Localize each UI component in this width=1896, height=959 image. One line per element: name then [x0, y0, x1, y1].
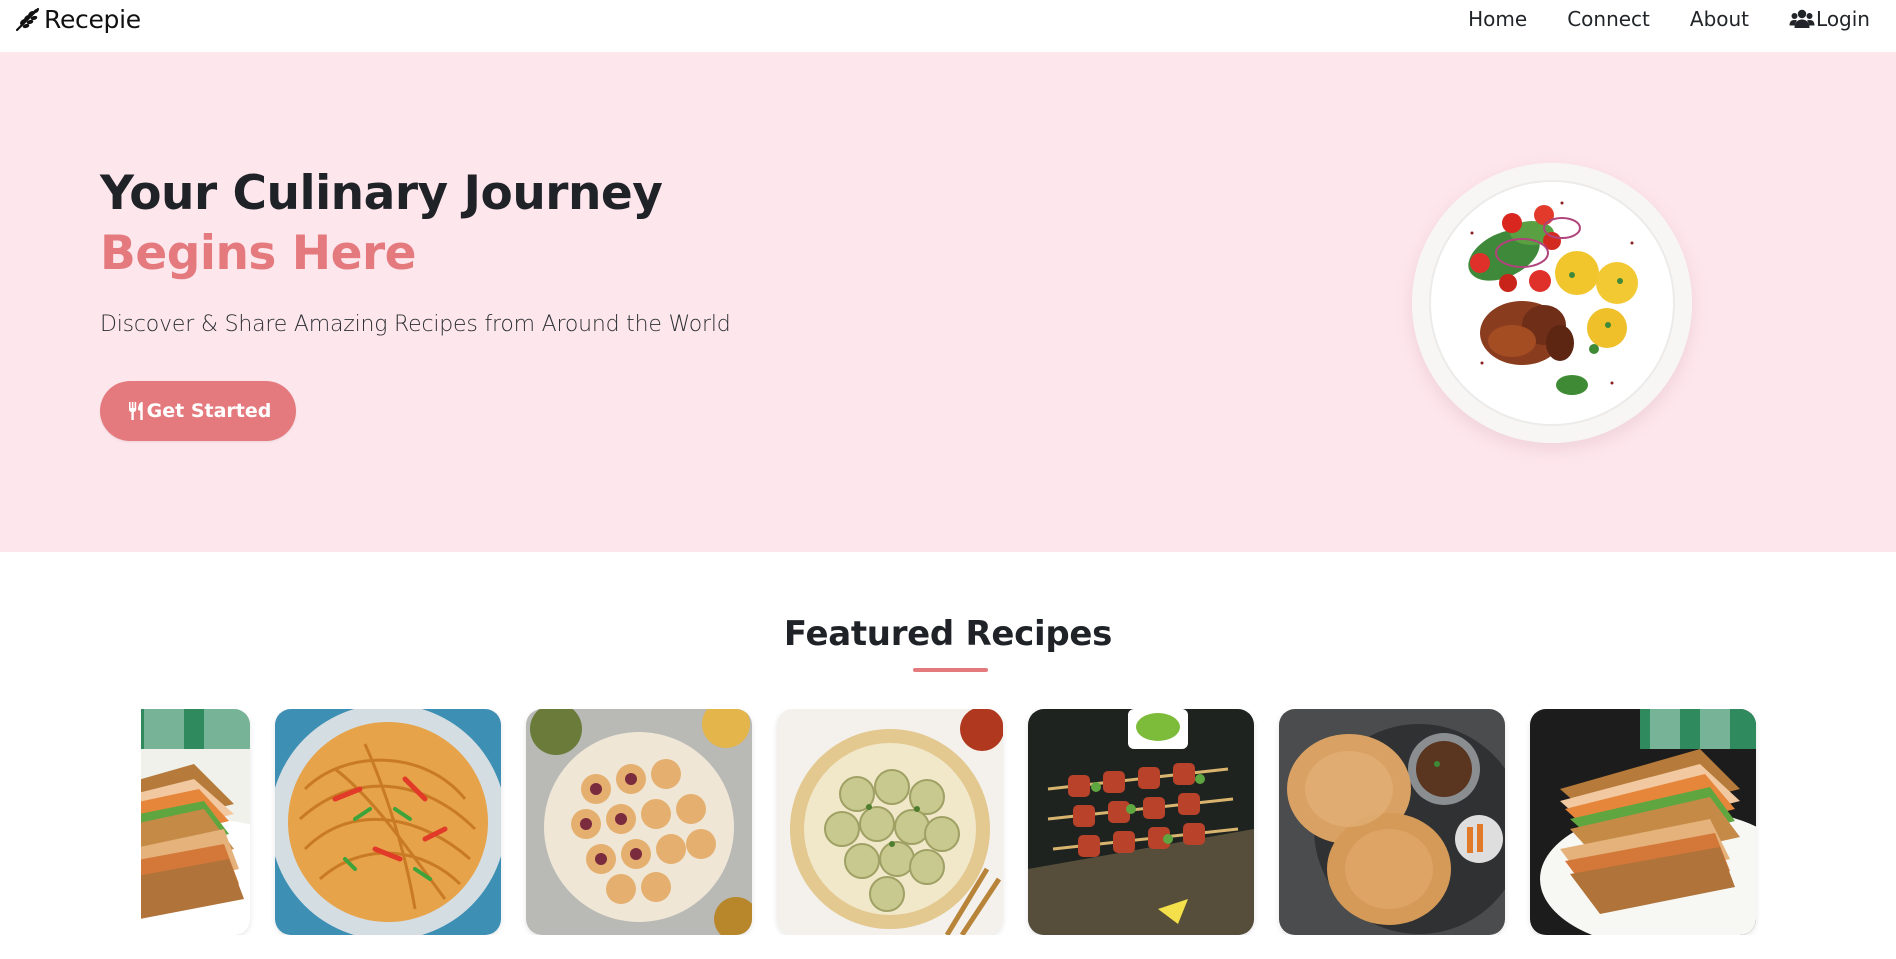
hero-section: Your Culinary Journey Begins Here Discov…	[0, 52, 1896, 552]
login-label: Login	[1816, 7, 1870, 31]
hero-title-line2: Begins Here	[100, 226, 417, 281]
pani-puri-image	[526, 709, 752, 935]
puri-curry-image	[1279, 709, 1505, 935]
users-icon	[1789, 8, 1815, 30]
recipe-card-pani-puri[interactable]	[526, 709, 752, 935]
title-underline	[913, 668, 988, 672]
noodles-image	[275, 709, 501, 935]
food-plate-image	[1412, 163, 1692, 443]
nav-link-login[interactable]: Login	[1789, 7, 1870, 31]
leaf-icon	[14, 5, 42, 33]
recipe-card-noodles[interactable]	[275, 709, 501, 935]
get-started-button[interactable]: Get Started	[100, 381, 296, 441]
hero-title-line1: Your Culinary Journey	[100, 166, 663, 221]
recipe-carousel[interactable]	[141, 709, 1761, 935]
brand-logo[interactable]: Recepie	[14, 4, 141, 34]
sandwich-image	[1530, 709, 1756, 935]
recipe-card-kebab[interactable]	[1028, 709, 1254, 935]
nav-links: Home Connect About Login	[1428, 4, 1870, 34]
recipe-card-sandwich[interactable]	[141, 709, 250, 935]
featured-title: Featured Recipes	[783, 614, 1113, 654]
brand-name: Recepie	[44, 4, 141, 34]
momos-image	[777, 709, 1003, 935]
hero-subtitle: Discover & Share Amazing Recipes from Ar…	[100, 312, 731, 337]
recipe-card-momos[interactable]	[777, 709, 1003, 935]
recipe-card-puri[interactable]	[1279, 709, 1505, 935]
utensils-icon	[125, 400, 147, 422]
nav-link-home[interactable]: Home	[1468, 7, 1527, 31]
hero-title: Your Culinary Journey Begins Here	[100, 164, 663, 284]
navbar: Recepie Home Connect About Login	[0, 0, 1896, 52]
kebab-skewers-image	[1028, 709, 1254, 935]
recipe-card-sandwich-2[interactable]	[1530, 709, 1756, 935]
sandwich-image	[141, 709, 250, 935]
carousel-track	[141, 709, 1756, 935]
nav-link-connect[interactable]: Connect	[1567, 7, 1650, 31]
nav-link-about[interactable]: About	[1690, 7, 1749, 31]
get-started-label: Get Started	[146, 400, 272, 422]
